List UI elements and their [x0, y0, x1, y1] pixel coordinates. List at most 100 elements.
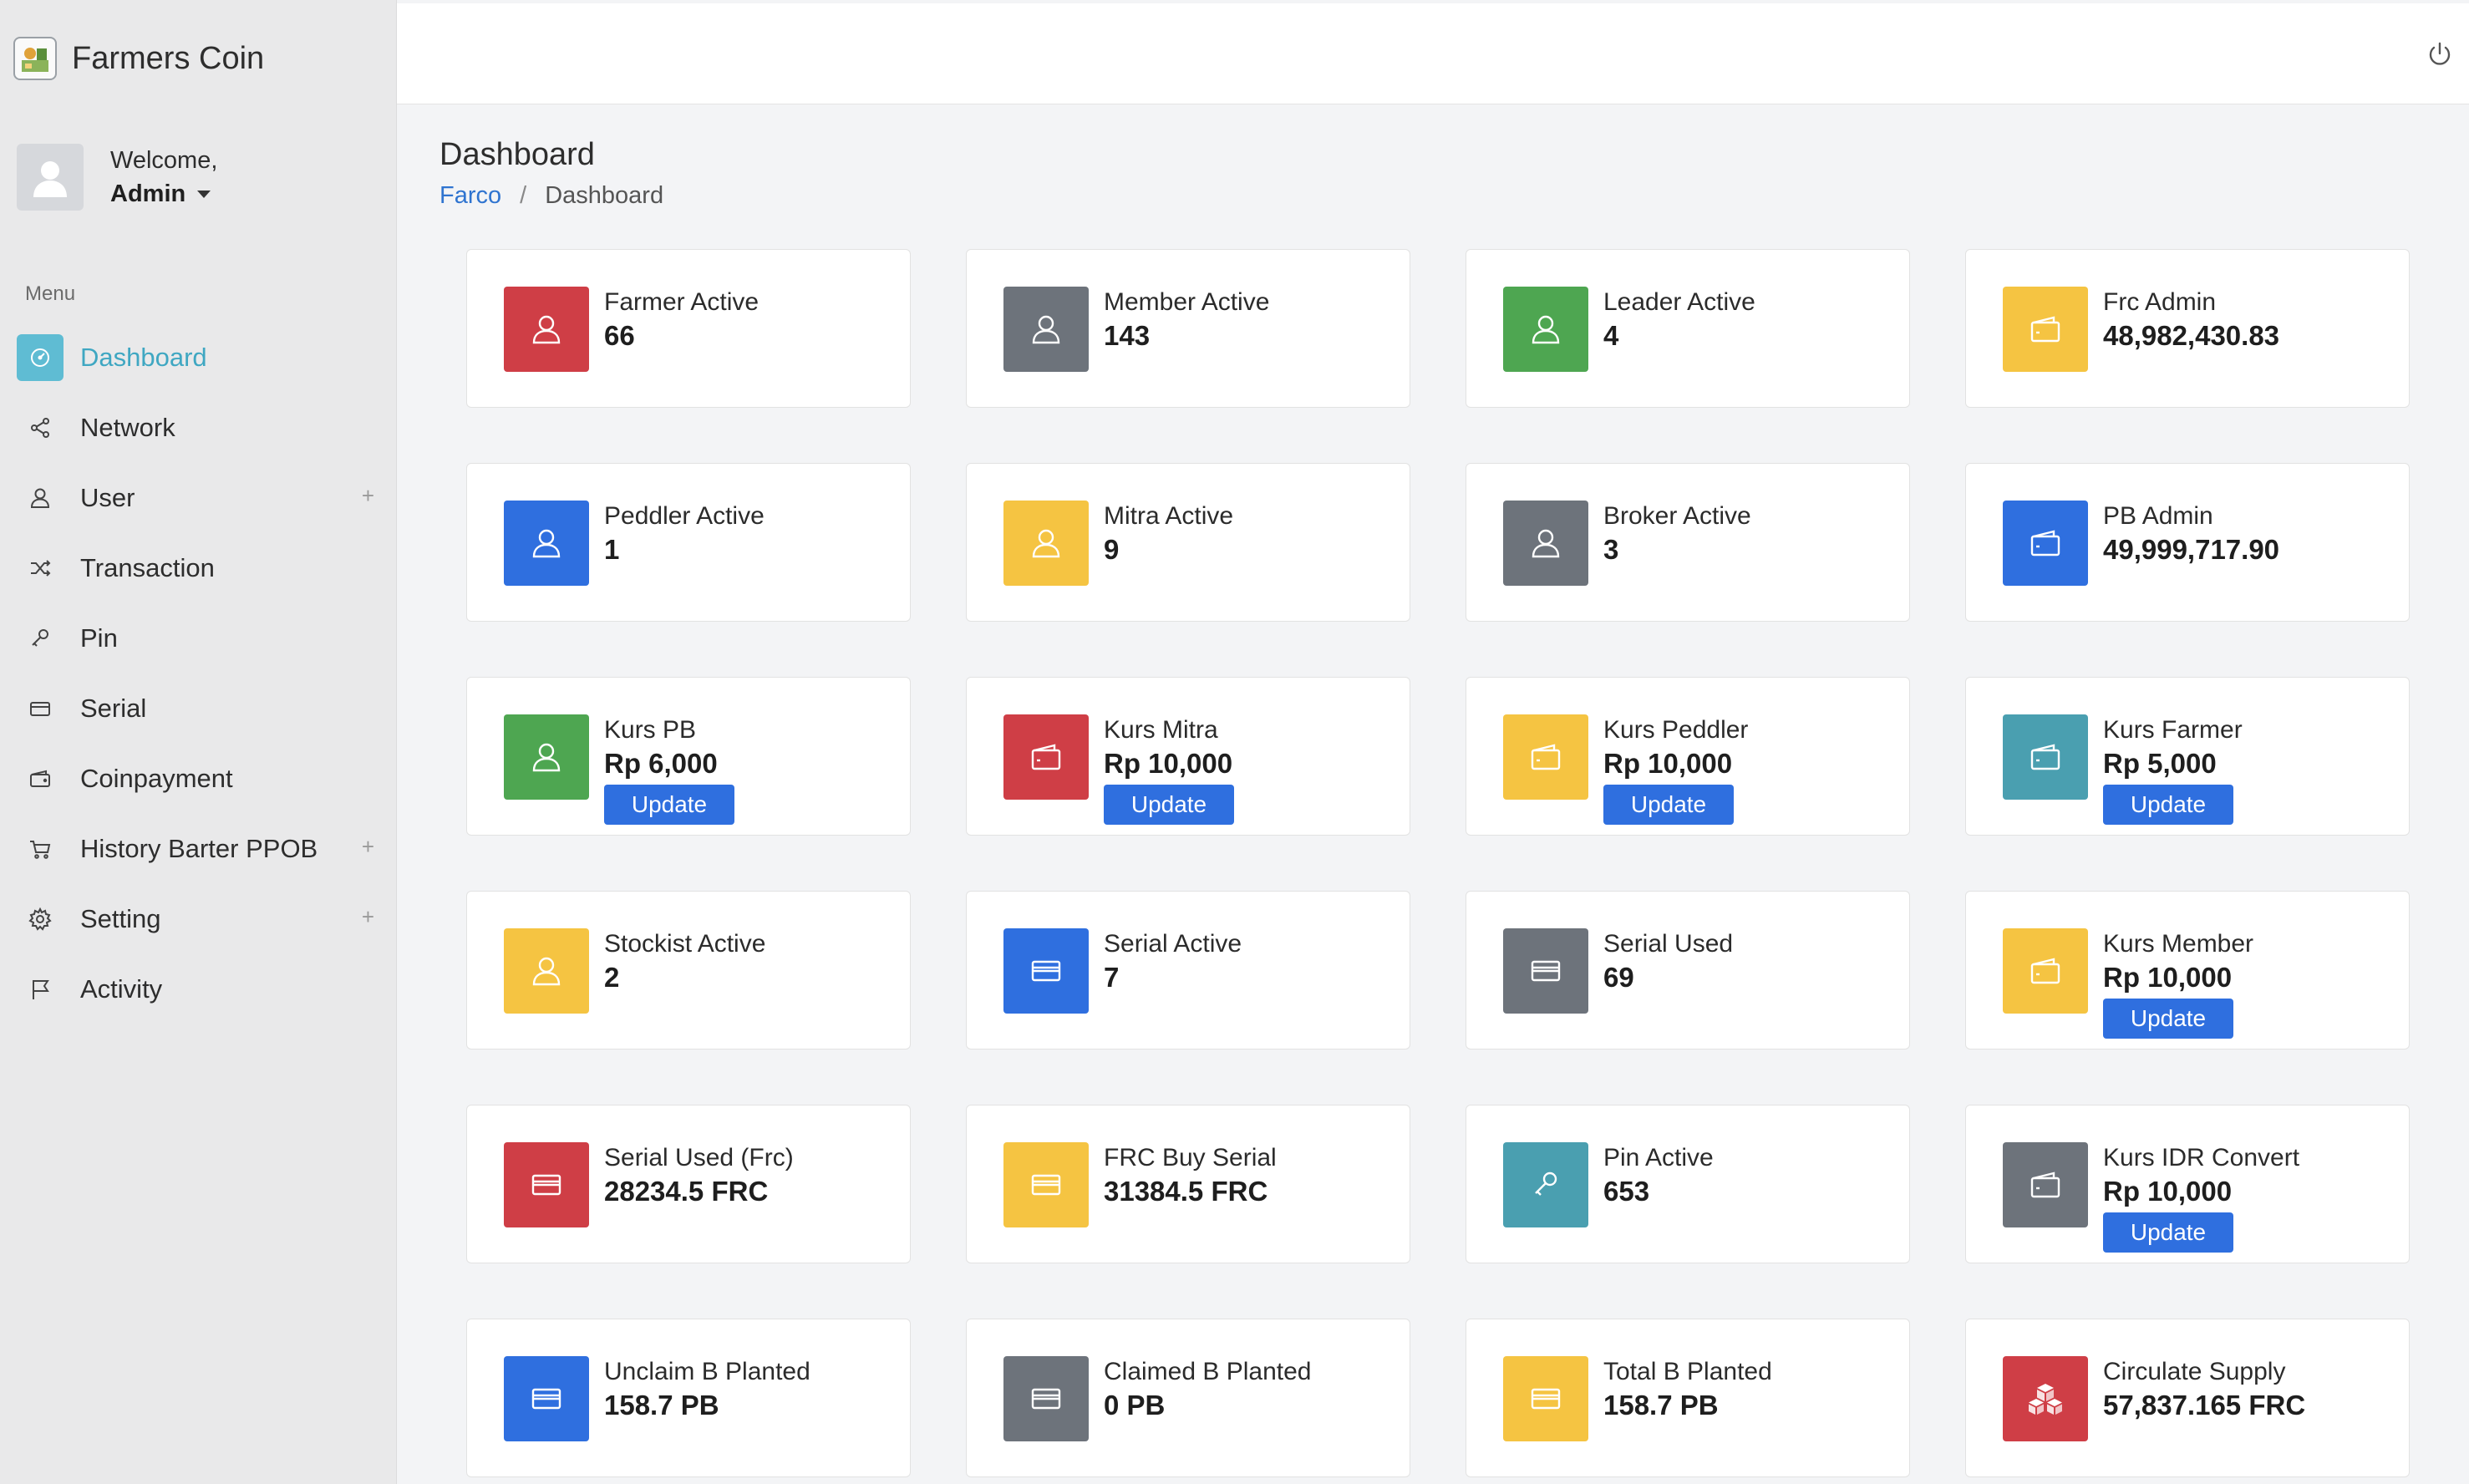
sidebar-item-label: User	[80, 483, 135, 512]
stat-label: Kurs IDR Convert	[2103, 1144, 2300, 1171]
stat-label: Member Active	[1104, 288, 1270, 316]
sidebar-item-user[interactable]: User +	[0, 463, 396, 533]
welcome-label: Welcome,	[110, 147, 218, 174]
user-icon	[1503, 287, 1588, 372]
stat-label: Unclaim B Planted	[604, 1358, 810, 1385]
user-welcome: Welcome, Admin	[17, 144, 217, 211]
power-icon[interactable]	[2426, 40, 2454, 69]
sidebar-item-network[interactable]: Network	[0, 393, 396, 463]
breadcrumb-link-farco[interactable]: Farco	[439, 182, 501, 210]
share-icon	[17, 404, 64, 451]
stat-card-kurs-peddler: Kurs Peddler Rp 10,000 Update	[1466, 677, 1910, 836]
caret-down-icon	[197, 190, 211, 198]
topbar	[397, 3, 2469, 104]
stat-card-farmer-active: Farmer Active 66	[466, 249, 911, 408]
stat-label: Mitra Active	[1104, 502, 1234, 530]
update-kurs-idr-convert-button[interactable]: Update	[2103, 1212, 2233, 1253]
wallet-icon	[2003, 501, 2088, 586]
sidebar-item-setting[interactable]: Setting +	[0, 884, 396, 954]
stat-card-frc-buy-serial: FRC Buy Serial 31384.5 FRC	[966, 1105, 1410, 1263]
stat-label: Serial Used	[1603, 930, 1734, 958]
stat-value: Rp 10,000	[2103, 1176, 2233, 1207]
expand-plus-icon[interactable]: +	[362, 834, 374, 860]
sidebar-item-activity[interactable]: Activity	[0, 954, 396, 1024]
update-kurs-peddler-button[interactable]: Update	[1603, 785, 1734, 825]
stat-value: Rp 10,000	[1104, 748, 1233, 779]
stat-value: 7	[1104, 962, 1120, 993]
user-dropdown[interactable]: Admin	[110, 177, 217, 211]
stat-card-stockist-active: Stockist Active 2	[466, 891, 911, 1049]
key-icon	[1503, 1142, 1588, 1227]
stat-card-kurs-idr-convert: Kurs IDR Convert Rp 10,000 Update	[1965, 1105, 2410, 1263]
sidebar-item-label: Pin	[80, 623, 118, 653]
update-kurs-farmer-button[interactable]: Update	[2103, 785, 2233, 825]
credit-card-icon	[17, 685, 64, 732]
user-icon	[17, 475, 64, 521]
credit-card-icon	[504, 1142, 589, 1227]
stat-card-broker-active: Broker Active 3	[1466, 463, 1910, 622]
sidebar-item-history-barter-ppob[interactable]: History Barter PPOB +	[0, 814, 396, 884]
update-kurs-pb-button[interactable]: Update	[604, 785, 734, 825]
cubes-icon	[2003, 1356, 2088, 1441]
stat-card-circulate-supply: Circulate Supply 57,837.165 FRC	[1965, 1319, 2410, 1477]
stat-value: 143	[1104, 320, 1151, 351]
stat-value: 66	[604, 320, 635, 351]
sidebar-item-transaction[interactable]: Transaction	[0, 533, 396, 603]
breadcrumb: Farco / Dashboard	[439, 182, 663, 210]
stat-value: Rp 5,000	[2103, 748, 2217, 779]
stat-label: Kurs Peddler	[1603, 716, 1749, 744]
expand-plus-icon[interactable]: +	[362, 483, 374, 509]
wallet-icon	[17, 755, 64, 802]
sidebar-item-serial[interactable]: Serial	[0, 673, 396, 744]
stats-grid: Farmer Active 66 Member Active 143 Leade…	[466, 249, 2413, 1484]
sidebar: Farmers Coin Welcome, Admin Menu Dashboa…	[0, 0, 397, 1484]
key-icon	[17, 615, 64, 662]
menu-heading: Menu	[25, 282, 76, 305]
update-kurs-mitra-button[interactable]: Update	[1104, 785, 1234, 825]
stat-label: Peddler Active	[604, 502, 765, 530]
stat-card-pb-admin: PB Admin 49,999,717.90	[1965, 463, 2410, 622]
flag-icon	[17, 966, 64, 1013]
stat-value: 653	[1603, 1176, 1650, 1207]
user-icon	[1503, 501, 1588, 586]
stat-label: Broker Active	[1603, 502, 1751, 530]
wallet-icon	[2003, 1142, 2088, 1227]
brand[interactable]: Farmers Coin	[13, 37, 264, 80]
wallet-icon	[2003, 287, 2088, 372]
stat-label: Serial Active	[1104, 930, 1242, 958]
stat-label: Kurs Mitra	[1104, 716, 1218, 744]
breadcrumb-current: Dashboard	[545, 182, 664, 209]
farmers-coin-logo	[13, 37, 57, 80]
stat-value: Rp 10,000	[2103, 962, 2233, 993]
sidebar-item-label: History Barter PPOB	[80, 834, 318, 863]
stat-value: 28234.5 FRC	[604, 1176, 769, 1207]
stat-value: 69	[1603, 962, 1634, 993]
sidebar-item-label: Dashboard	[80, 343, 207, 372]
expand-plus-icon[interactable]: +	[362, 904, 374, 930]
stat-card-leader-active: Leader Active 4	[1466, 249, 1910, 408]
stat-label: Leader Active	[1603, 288, 1755, 316]
stat-label: Farmer Active	[604, 288, 759, 316]
stat-value: 2	[604, 962, 620, 993]
cart-icon	[17, 826, 64, 872]
update-kurs-member-button[interactable]: Update	[2103, 999, 2233, 1039]
stat-label: Kurs Member	[2103, 930, 2254, 958]
sidebar-item-pin[interactable]: Pin	[0, 603, 396, 673]
sidebar-item-dashboard[interactable]: Dashboard	[0, 323, 396, 393]
stat-label: Kurs PB	[604, 716, 697, 744]
shuffle-icon	[17, 545, 64, 592]
stat-label: Pin Active	[1603, 1144, 1714, 1171]
wallet-icon	[1003, 714, 1089, 800]
stat-card-unclaim-b-planted: Unclaim B Planted 158.7 PB	[466, 1319, 911, 1477]
stat-value: 3	[1603, 534, 1619, 565]
sidebar-menu: Dashboard Network User + Transaction Pin…	[0, 323, 396, 1024]
stat-label: Total B Planted	[1603, 1358, 1772, 1385]
stat-card-peddler-active: Peddler Active 1	[466, 463, 911, 622]
credit-card-icon	[1003, 1356, 1089, 1441]
user-name: Admin	[110, 180, 186, 207]
stat-card-frc-admin: Frc Admin 48,982,430.83	[1965, 249, 2410, 408]
sidebar-item-coinpayment[interactable]: Coinpayment	[0, 744, 396, 814]
stat-card-serial-used: Serial Used 69	[1466, 891, 1910, 1049]
wallet-icon	[2003, 928, 2088, 1014]
sidebar-item-label: Activity	[80, 974, 163, 1004]
